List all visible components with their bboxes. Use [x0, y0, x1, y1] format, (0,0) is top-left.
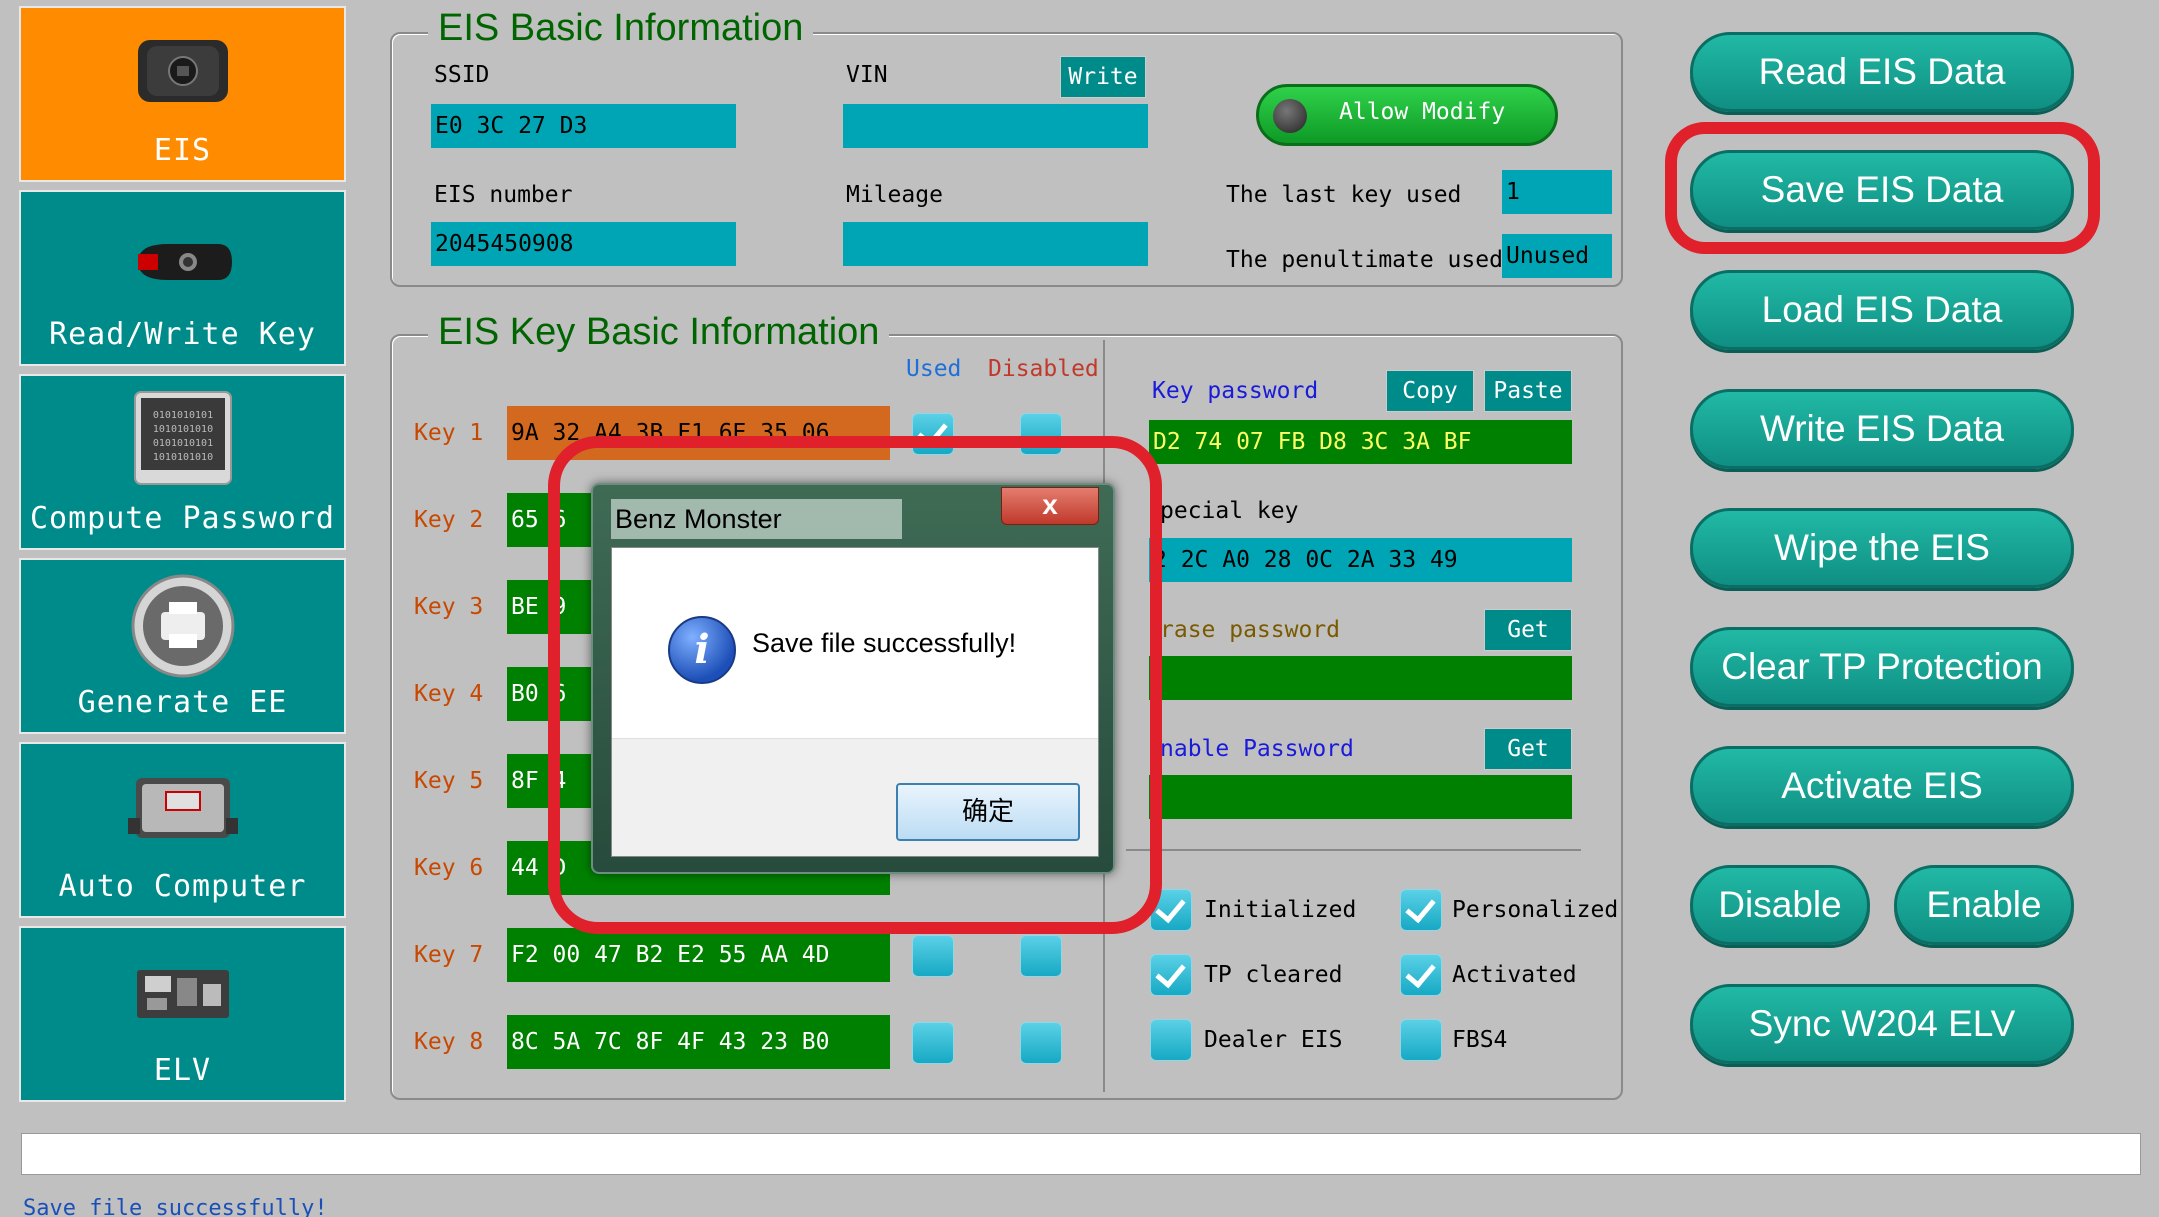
car-key-icon	[137, 244, 232, 280]
status-input[interactable]	[21, 1133, 2141, 1175]
allow-modify-label: Allow Modify	[1339, 99, 1506, 125]
erase-password-label: rase password	[1160, 617, 1341, 643]
dialog-ok-button[interactable]: 确定	[896, 783, 1080, 841]
info-icon: i	[668, 616, 736, 684]
load-eis-data-button[interactable]: Load EIS Data	[1690, 270, 2074, 350]
dialog-title: Benz Monster	[611, 499, 902, 539]
enable-get-button[interactable]: Get	[1484, 728, 1572, 770]
key-4-label: Key 4	[414, 681, 484, 707]
enable-password-field[interactable]	[1149, 775, 1572, 819]
sync-w204-elv-button[interactable]: Sync W204 ELV	[1690, 984, 2074, 1064]
mileage-label: Mileage	[846, 182, 943, 208]
last-key-field: 1	[1502, 170, 1612, 214]
erase-get-button[interactable]: Get	[1484, 609, 1572, 651]
svg-text:1010101010: 1010101010	[152, 452, 212, 463]
write-eis-data-button[interactable]: Write EIS Data	[1690, 389, 2074, 469]
penultimate-label: The penultimate used	[1226, 247, 1503, 273]
sidebar-item-generate-ee[interactable]: Generate EE	[19, 558, 346, 734]
special-key-field[interactable]: 2 2C A0 28 0C 2A 33 49	[1149, 538, 1572, 582]
flags-divider	[1126, 849, 1581, 851]
toggle-knob	[1273, 99, 1307, 133]
key-3-label: Key 3	[414, 594, 484, 620]
copy-button[interactable]: Copy	[1386, 370, 1474, 412]
key-7-value[interactable]: F2 00 47 B2 E2 55 AA 4D	[507, 928, 890, 982]
personalized-label: Personalized	[1452, 897, 1619, 923]
binary-chip-icon: 0101010101 1010101010 0101010101 1010101…	[133, 391, 232, 485]
key-password-label: Key password	[1152, 378, 1319, 404]
dealer-eis-checkbox[interactable]	[1151, 1020, 1191, 1060]
eis-module-icon	[137, 40, 228, 102]
sidebar-item-elv[interactable]: ELV	[19, 926, 346, 1102]
key-7-label: Key 7	[414, 942, 484, 968]
dialog-body: i Save file successfully! 确定	[611, 547, 1099, 857]
eis-number-field[interactable]: 2045450908	[431, 222, 736, 266]
disabled-header: Disabled	[988, 356, 1099, 382]
key-8-value[interactable]: 8C 5A 7C 8F 4F 43 23 B0	[507, 1015, 890, 1069]
activated-label: Activated	[1452, 962, 1577, 988]
read-eis-data-button[interactable]: Read EIS Data	[1690, 32, 2074, 112]
save-eis-data-button[interactable]: Save EIS Data	[1690, 150, 2074, 230]
wipe-eis-button[interactable]: Wipe the EIS	[1690, 508, 2074, 588]
key-password-field[interactable]: D2 74 07 FB D8 3C 3A BF	[1149, 420, 1572, 464]
key-2-label: Key 2	[414, 507, 484, 533]
sidebar-item-label: Auto Computer	[58, 869, 307, 904]
used-header: Used	[906, 356, 962, 382]
sidebar-item-label: Generate EE	[77, 685, 288, 720]
sidebar-item-label: EIS	[153, 133, 212, 168]
enable-password-label: nable Password	[1160, 736, 1354, 762]
enable-button[interactable]: Enable	[1894, 865, 2074, 945]
key-6-label: Key 6	[414, 855, 484, 881]
eis-basic-info-title: EIS Basic Information	[428, 6, 814, 50]
write-vin-button[interactable]: Write	[1060, 56, 1146, 98]
ecu-icon	[127, 778, 238, 838]
dialog-message: Save file successfully!	[752, 628, 1017, 658]
circuit-board-icon	[136, 970, 229, 1018]
key-8-used-checkbox[interactable]	[913, 1023, 953, 1063]
fbs4-checkbox[interactable]	[1401, 1020, 1441, 1060]
sidebar-item-auto-computer[interactable]: Auto Computer	[19, 742, 346, 918]
message-dialog: Benz Monster x i Save file successfully!…	[591, 483, 1115, 874]
status-message: Save file successfully!	[23, 1196, 328, 1217]
key-7-used-checkbox[interactable]	[913, 936, 953, 976]
dealer-eis-label: Dealer EIS	[1204, 1027, 1343, 1053]
tp-cleared-label: TP cleared	[1204, 962, 1343, 988]
activate-eis-button[interactable]: Activate EIS	[1690, 746, 2074, 826]
dialog-close-button[interactable]: x	[1001, 487, 1099, 525]
paste-button[interactable]: Paste	[1484, 370, 1572, 412]
initialized-label: Initialized	[1204, 897, 1357, 923]
ssid-label: SSID	[434, 62, 490, 88]
sidebar-item-read-write-key[interactable]: Read/Write Key	[19, 190, 346, 366]
eis-key-info-title: EIS Key Basic Information	[428, 310, 890, 354]
key-7-disabled-checkbox[interactable]	[1021, 936, 1061, 976]
tp-cleared-checkbox[interactable]	[1151, 955, 1191, 995]
last-key-label: The last key used	[1226, 182, 1462, 208]
disable-button[interactable]: Disable	[1690, 865, 1870, 945]
ssid-field[interactable]: E0 3C 27 D3	[431, 104, 736, 148]
clear-tp-protection-button[interactable]: Clear TP Protection	[1690, 627, 2074, 707]
svg-text:1010101010: 1010101010	[152, 424, 212, 435]
svg-text:0101010101: 0101010101	[152, 410, 212, 421]
personalized-checkbox[interactable]	[1401, 890, 1441, 930]
eis-number-label: EIS number	[434, 182, 573, 208]
vin-label: VIN	[846, 62, 888, 88]
sidebar-item-eis[interactable]: EIS	[19, 6, 346, 182]
key-1-label: Key 1	[414, 420, 484, 446]
sidebar-item-compute-password[interactable]: 0101010101 1010101010 0101010101 1010101…	[19, 374, 346, 550]
fbs4-label: FBS4	[1452, 1027, 1508, 1053]
vin-field[interactable]	[843, 104, 1148, 148]
svg-text:0101010101: 0101010101	[152, 438, 212, 449]
activated-checkbox[interactable]	[1401, 955, 1441, 995]
key-8-label: Key 8	[414, 1029, 484, 1055]
special-key-label: pecial key	[1160, 498, 1299, 524]
key-8-disabled-checkbox[interactable]	[1021, 1023, 1061, 1063]
sidebar-item-label: Read/Write Key	[49, 317, 316, 352]
key-5-label: Key 5	[414, 768, 484, 794]
sidebar-item-label: ELV	[153, 1053, 212, 1088]
allow-modify-toggle[interactable]: Allow Modify	[1256, 84, 1558, 146]
penultimate-field: Unused	[1502, 234, 1612, 278]
erase-password-field[interactable]	[1149, 656, 1572, 700]
sidebar-item-label: Compute Password	[30, 501, 335, 536]
mileage-field[interactable]	[843, 222, 1148, 266]
printer-icon	[131, 574, 234, 678]
